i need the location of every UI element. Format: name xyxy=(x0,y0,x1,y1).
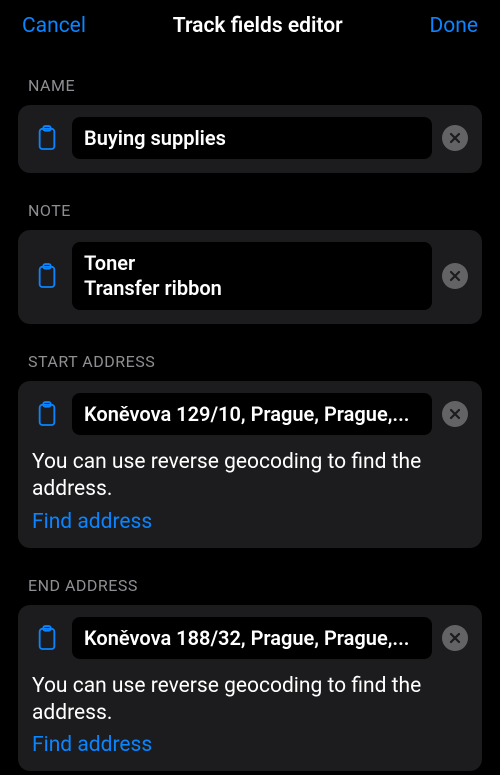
find-end-address-link[interactable]: Find address xyxy=(32,733,468,757)
note-input[interactable]: Toner Transfer ribbon xyxy=(72,242,432,310)
clear-start-address-button[interactable] xyxy=(442,401,468,427)
clipboard-icon[interactable] xyxy=(32,400,62,428)
section-note: NOTE Toner Transfer ribbon xyxy=(18,195,482,324)
clear-note-button[interactable] xyxy=(442,263,468,289)
end-address-helper: You can use reverse geocoding to find th… xyxy=(32,673,468,728)
cancel-button[interactable]: Cancel xyxy=(22,14,86,38)
end-address-label: END ADDRESS xyxy=(18,570,482,605)
start-address-input[interactable]: Koněvova 129/10, Prague, Prague,... xyxy=(72,393,432,435)
clear-end-address-button[interactable] xyxy=(442,625,468,651)
clear-name-button[interactable] xyxy=(442,125,468,151)
start-address-label: START ADDRESS xyxy=(18,346,482,381)
end-address-input[interactable]: Koněvova 188/32, Prague, Prague,... xyxy=(72,617,432,659)
close-icon xyxy=(449,132,461,144)
close-icon xyxy=(449,632,461,644)
section-end-address: END ADDRESS Koněvova 188/32, Prague, Pra… xyxy=(18,570,482,772)
end-address-panel: Koněvova 188/32, Prague, Prague,... You … xyxy=(18,605,482,772)
close-icon xyxy=(449,270,461,282)
note-input-row: Toner Transfer ribbon xyxy=(32,242,468,310)
start-address-panel: Koněvova 129/10, Prague, Prague,... You … xyxy=(18,381,482,548)
section-start-address: START ADDRESS Koněvova 129/10, Prague, P… xyxy=(18,346,482,548)
name-label: NAME xyxy=(18,70,482,105)
clipboard-icon[interactable] xyxy=(32,624,62,652)
find-start-address-link[interactable]: Find address xyxy=(32,510,468,534)
name-input-row: Buying supplies xyxy=(32,117,468,159)
header: Cancel Track fields editor Done xyxy=(0,0,500,52)
section-name: NAME Buying supplies xyxy=(18,70,482,173)
start-address-input-row: Koněvova 129/10, Prague, Prague,... xyxy=(32,393,468,435)
end-address-input-row: Koněvova 188/32, Prague, Prague,... xyxy=(32,617,468,659)
name-input[interactable]: Buying supplies xyxy=(72,117,432,159)
page-title: Track fields editor xyxy=(86,14,430,38)
note-label: NOTE xyxy=(18,195,482,230)
done-button[interactable]: Done xyxy=(430,14,479,38)
close-icon xyxy=(449,408,461,420)
clipboard-icon[interactable] xyxy=(32,124,62,152)
clipboard-icon[interactable] xyxy=(32,262,62,290)
note-panel: Toner Transfer ribbon xyxy=(18,230,482,324)
name-panel: Buying supplies xyxy=(18,105,482,173)
start-address-helper: You can use reverse geocoding to find th… xyxy=(32,449,468,504)
